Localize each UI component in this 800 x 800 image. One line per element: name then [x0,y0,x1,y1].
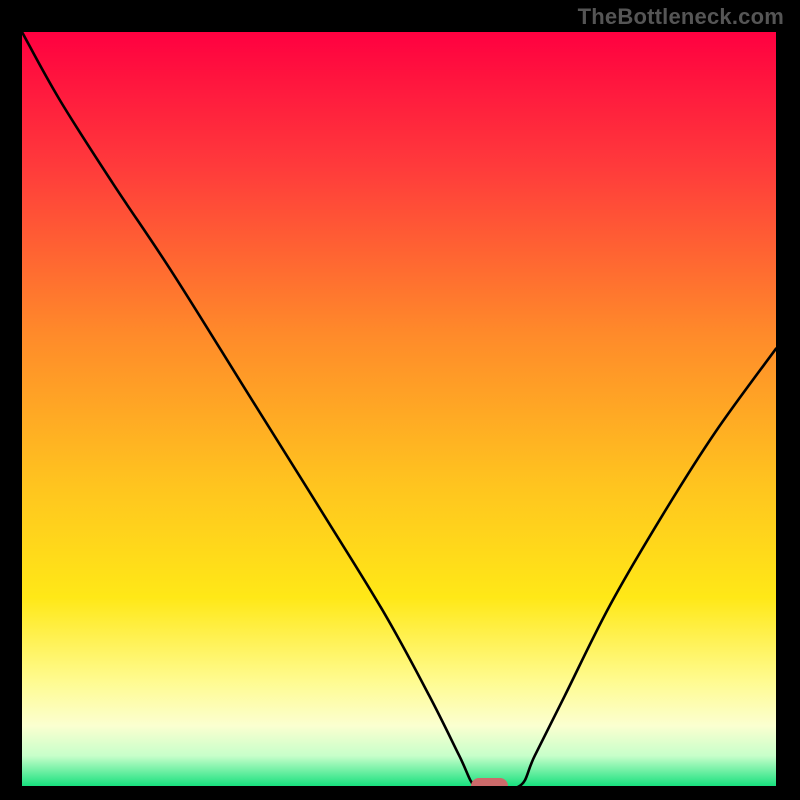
watermark: TheBottleneck.com [578,4,784,30]
plot-area [22,32,776,786]
bottleneck-curve [22,32,776,786]
plot-frame [20,30,778,788]
chart-container: TheBottleneck.com [0,0,800,800]
optimal-marker [471,778,509,786]
